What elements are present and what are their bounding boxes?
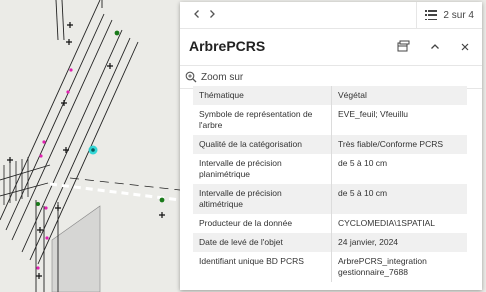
attribute-label: Qualité de la catégorisation (193, 135, 332, 154)
table-row: Symbole de représentation de l'arbre EVE_… (193, 105, 467, 135)
attribute-label: Producteur de la donnée (193, 214, 332, 233)
attribute-value: CYCLOMEDIA\1SPATIAL (331, 214, 467, 233)
attribute-value: ArbrePCRS_integration gestionnaire_7688 (331, 252, 467, 282)
pager-label: 2 sur 4 (443, 9, 474, 21)
dock-icon[interactable] (394, 38, 412, 56)
popup-topbar: 2 sur 4 (180, 2, 482, 29)
table-row: Producteur de la donnée CYCLOMEDIA\1SPATI… (193, 214, 467, 233)
table-row: Intervalle de précision altimétrique de 5… (193, 184, 467, 214)
attribute-label: Date de levé de l'objet (193, 233, 332, 252)
chevron-up-icon[interactable] (426, 38, 444, 56)
feature-pager[interactable]: 2 sur 4 (416, 2, 482, 28)
list-icon (425, 10, 438, 20)
close-icon[interactable] (456, 38, 474, 56)
attribute-value: Végétal (331, 86, 467, 105)
map-building (51, 205, 101, 292)
map-crosswalk (3, 157, 29, 205)
attribute-label: Symbole de représentation de l'arbre (193, 105, 332, 135)
popup-titlebar: ArbrePCRS (180, 29, 482, 65)
popup-title: ArbrePCRS (189, 38, 266, 54)
chevron-right-icon[interactable] (202, 5, 222, 25)
attribute-label: Thématique (193, 86, 332, 105)
attribute-value: Très fiable/Conforme PCRS (331, 135, 467, 154)
table-row: Thématique Végétal (193, 86, 467, 105)
zoom-in-icon (185, 71, 197, 83)
map-selected-marker-core (91, 148, 95, 152)
attribute-label: Intervalle de précision altimétrique (193, 184, 332, 214)
map-tree-points (36, 30, 165, 206)
table-row: Qualité de la catégorisation Très fiable/… (193, 135, 467, 154)
attribute-label: Intervalle de précision planimétrique (193, 154, 332, 184)
map-road-marking (49, 182, 181, 202)
attribute-label: Identifiant unique BD PCRS (193, 252, 332, 282)
table-row: Date de levé de l'objet 24 janvier, 2024 (193, 233, 467, 252)
attribute-value: EVE_feuil; Vfeuillu (331, 105, 467, 135)
feature-popup: 2 sur 4 ArbrePCRS Zoom sur Thématique Vég… (180, 2, 482, 290)
table-row: Intervalle de précision planimétrique de … (193, 154, 467, 184)
attribute-table: Thématique Végétal Symbole de représentat… (193, 86, 467, 282)
attribute-value: de 5 à 10 cm (331, 184, 467, 214)
attribute-value: 24 janvier, 2024 (331, 233, 467, 252)
attribute-value: de 5 à 10 cm (331, 154, 467, 184)
table-row: Identifiant unique BD PCRS ArbrePCRS_inte… (193, 252, 467, 282)
zoom-label: Zoom sur (201, 71, 244, 83)
